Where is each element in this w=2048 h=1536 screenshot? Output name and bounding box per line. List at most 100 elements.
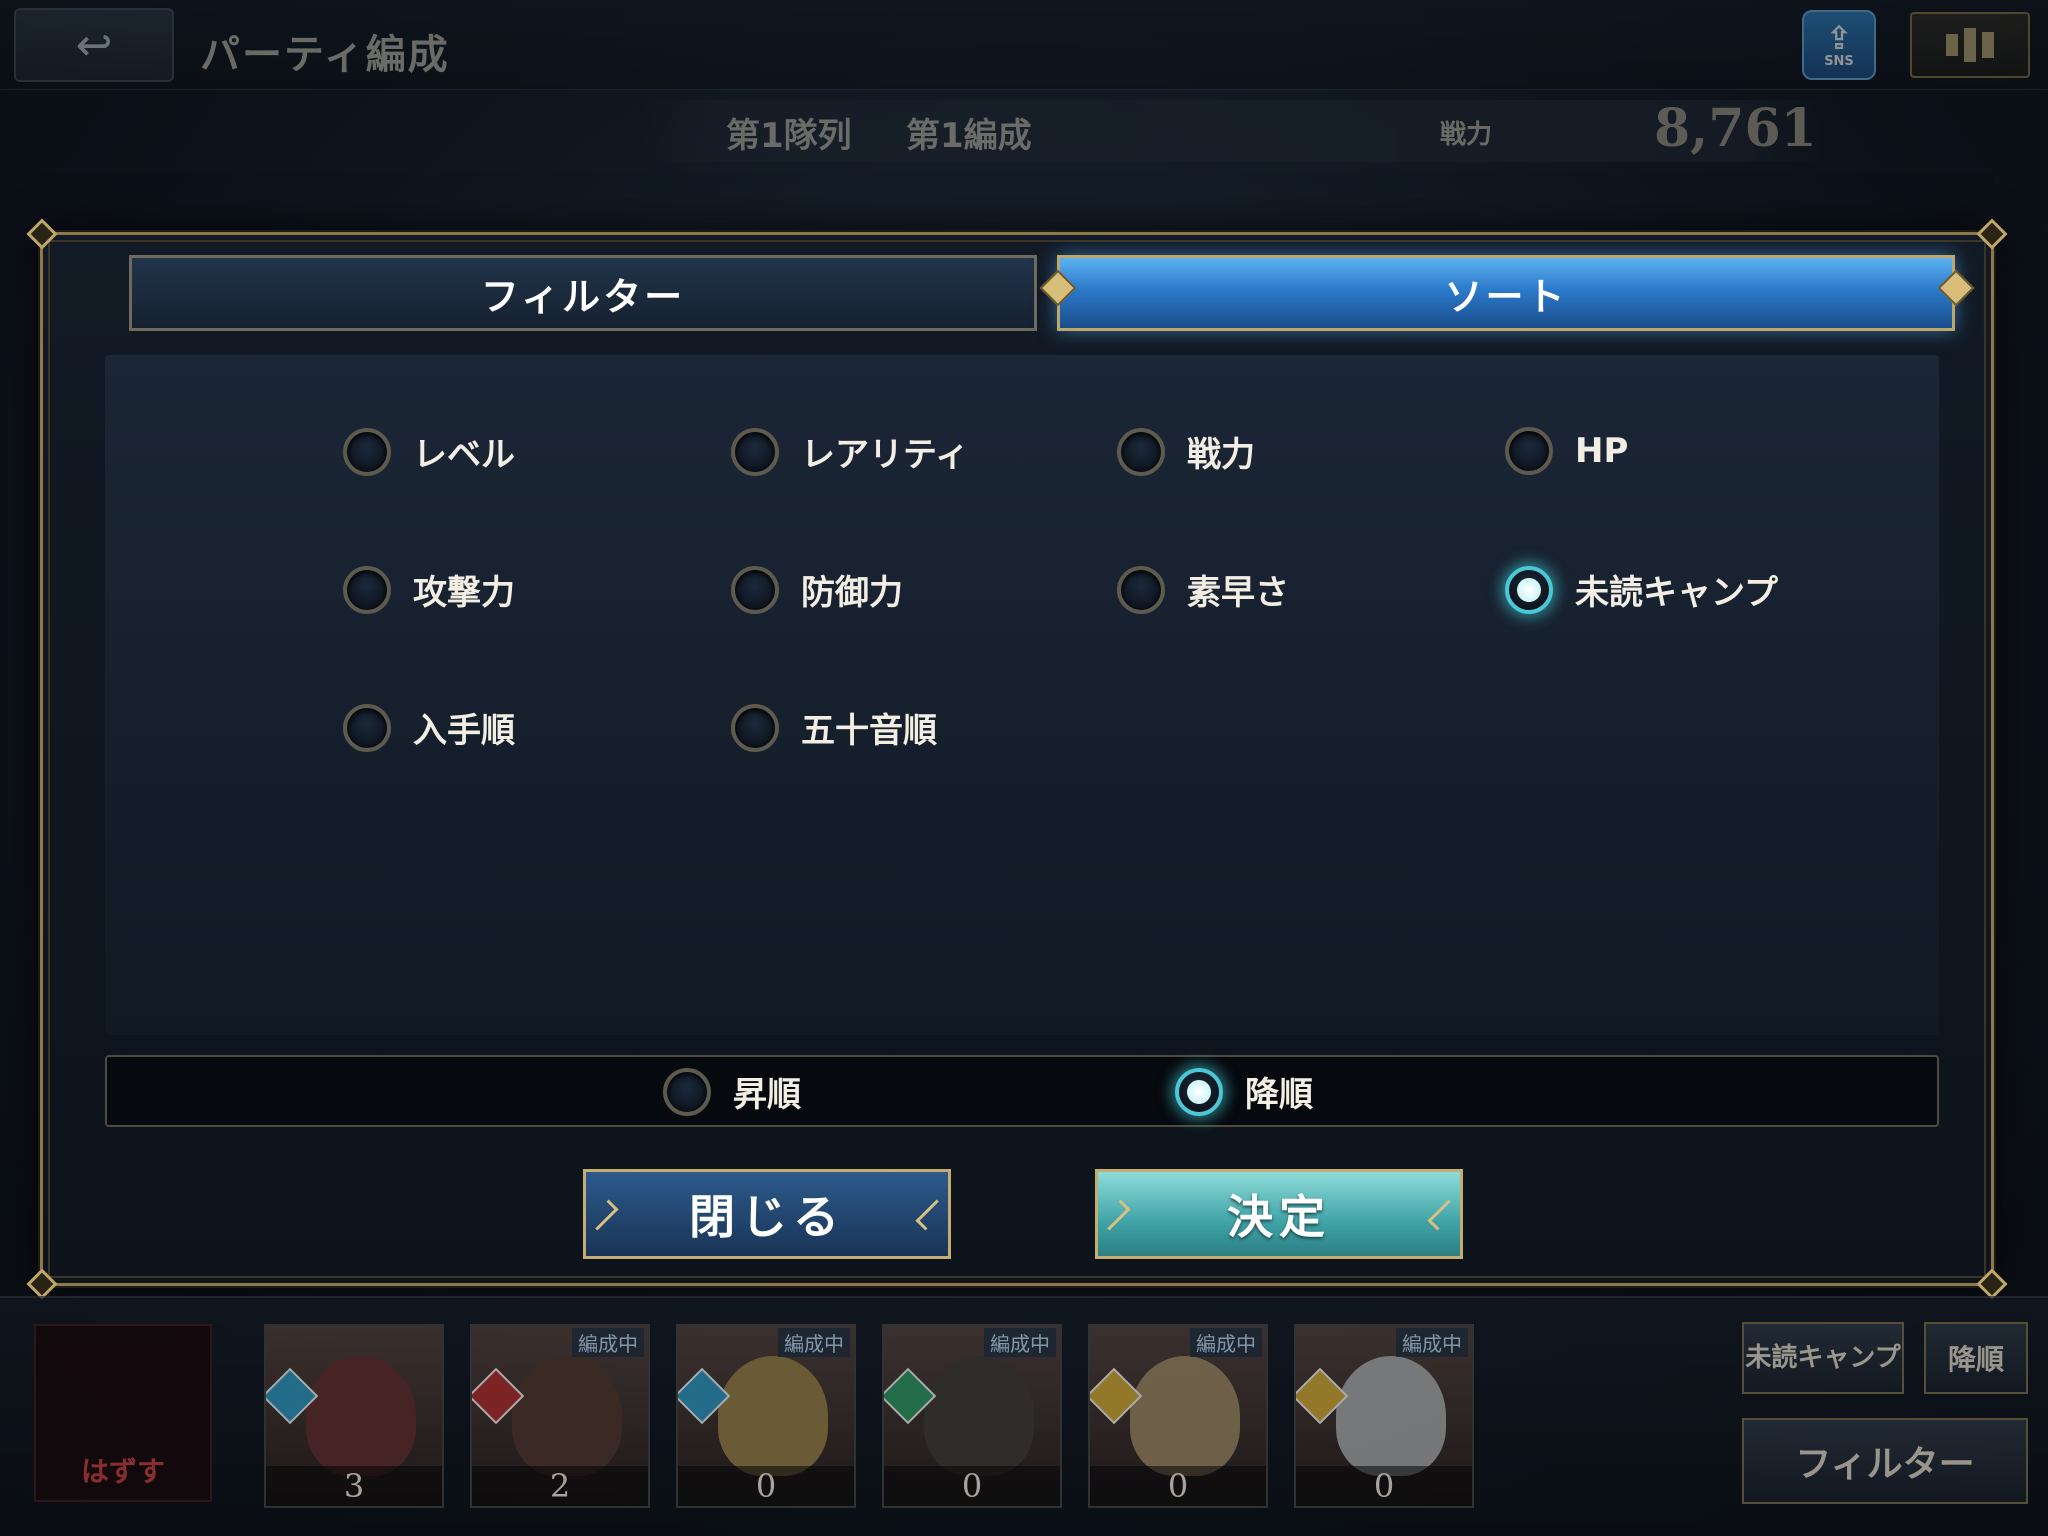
tab-filter-label: フィルター — [480, 274, 686, 319]
sort-option-label: レアリティ — [801, 435, 969, 475]
character-count: 2 — [472, 1466, 648, 1506]
close-button[interactable]: 閉じる — [583, 1169, 951, 1259]
in-party-badge: 編成中 — [984, 1328, 1056, 1357]
sort-option-acquired[interactable]: 入手順 — [343, 703, 515, 752]
character-card[interactable]: 3 — [264, 1324, 444, 1508]
radio-button[interactable] — [1117, 565, 1165, 614]
chevron-right-icon — [587, 1199, 619, 1231]
remove-label: はずす — [80, 1455, 165, 1488]
corner-ornament — [26, 218, 58, 250]
sort-option-alphabetical[interactable]: 五十音順 — [731, 703, 937, 752]
share-icon: ⇪ — [1825, 18, 1853, 57]
order-label: 降順 — [1245, 1075, 1313, 1115]
confirm-button[interactable]: 決定 — [1095, 1169, 1463, 1259]
filter-button[interactable]: フィルター — [1742, 1418, 2028, 1504]
order-descending[interactable]: 降順 — [1175, 1067, 1313, 1116]
top-bar: ↩ パーティ編成 ⇪ SNS — [0, 0, 2048, 90]
ranking-button[interactable] — [1910, 12, 2030, 78]
sort-filter-dialog: フィルター ソート レベル レアリティ 戦力 HP 攻撃力 防御力 素早さ 未読… — [26, 218, 2008, 1300]
close-button-label: 閉じる — [689, 1190, 845, 1244]
tab-sort-label: ソート — [1444, 274, 1568, 319]
radio-button[interactable] — [731, 427, 779, 476]
sort-option-label: 攻撃力 — [413, 573, 515, 613]
radio-button[interactable] — [343, 427, 391, 476]
character-strip: はずす 3 編成中 2 編成中 0 編成中 0 編成中 0 編成中 0 未読キャ… — [0, 1296, 2048, 1536]
order-label: 昇順 — [733, 1075, 801, 1115]
character-count: 3 — [266, 1466, 442, 1506]
in-party-badge: 編成中 — [572, 1328, 644, 1357]
sort-option-unread-camp[interactable]: 未読キャンプ — [1505, 565, 1778, 614]
power-value: 8,761 — [1654, 98, 1817, 159]
back-arrow-icon: ↩ — [75, 19, 113, 71]
character-portrait — [1130, 1356, 1240, 1476]
back-button[interactable]: ↩ — [14, 8, 174, 82]
sort-option-label: 五十音順 — [801, 711, 937, 751]
team-info-bar: 第1隊列 第1編成 戦力 8,761 — [640, 98, 1830, 162]
character-card[interactable]: 編成中 0 — [1088, 1324, 1268, 1508]
character-card[interactable]: 編成中 0 — [676, 1324, 856, 1508]
chevron-left-icon — [1427, 1199, 1459, 1231]
sort-options-panel: レベル レアリティ 戦力 HP 攻撃力 防御力 素早さ 未読キャンプ 入手順 五… — [105, 355, 1939, 1035]
radio-button[interactable] — [343, 565, 391, 614]
sort-option-label: レベル — [413, 435, 515, 475]
corner-ornament — [1976, 1268, 2008, 1300]
corner-ornament — [26, 1268, 58, 1300]
sort-option-level[interactable]: レベル — [343, 427, 515, 476]
in-party-badge: 編成中 — [1190, 1328, 1262, 1357]
radio-button[interactable] — [1505, 427, 1553, 475]
radio-button-selected[interactable] — [1175, 1067, 1223, 1116]
character-count: 0 — [1090, 1466, 1266, 1506]
radio-button[interactable] — [1117, 427, 1165, 476]
chevron-right-icon — [1099, 1199, 1131, 1231]
ranking-bar — [1982, 32, 1994, 58]
character-portrait — [306, 1356, 416, 1476]
character-card[interactable]: 編成中 0 — [882, 1324, 1062, 1508]
character-portrait — [1336, 1356, 1446, 1476]
sort-option-label: HP — [1575, 431, 1629, 471]
sort-option-attack[interactable]: 攻撃力 — [343, 565, 515, 614]
power-label: 戦力 — [1440, 120, 1493, 150]
sort-option-label: 戦力 — [1187, 435, 1255, 475]
sns-share-button[interactable]: ⇪ SNS — [1802, 10, 1876, 80]
confirm-button-label: 決定 — [1227, 1190, 1331, 1244]
character-portrait — [512, 1356, 622, 1476]
character-portrait — [924, 1356, 1034, 1476]
order-toggle-bar: 昇順 降順 — [105, 1055, 1939, 1127]
character-count: 0 — [884, 1466, 1060, 1506]
sort-option-defense[interactable]: 防御力 — [731, 565, 903, 614]
sns-label: SNS — [1824, 53, 1854, 69]
sort-option-label: 素早さ — [1187, 573, 1289, 613]
remove-slot[interactable]: はずす — [34, 1324, 212, 1502]
sort-option-rarity[interactable]: レアリティ — [731, 427, 969, 476]
tab-sort[interactable]: ソート — [1057, 255, 1955, 331]
sort-mode-button[interactable]: 未読キャンプ — [1742, 1322, 1904, 1394]
character-card[interactable]: 編成中 2 — [470, 1324, 650, 1508]
sort-option-label: 入手順 — [413, 711, 515, 751]
chevron-left-icon — [915, 1199, 947, 1231]
radio-button[interactable] — [663, 1067, 711, 1116]
team-queue: 第1隊列 — [726, 116, 852, 156]
radio-button-selected[interactable] — [1505, 565, 1553, 614]
radio-button[interactable] — [343, 703, 391, 752]
sort-option-power[interactable]: 戦力 — [1117, 427, 1255, 476]
corner-ornament — [1976, 218, 2008, 250]
sort-option-label: 防御力 — [801, 573, 903, 613]
sort-option-label: 未読キャンプ — [1575, 573, 1778, 613]
character-card[interactable]: 編成中 0 — [1294, 1324, 1474, 1508]
ranking-bar — [1964, 28, 1976, 62]
character-portrait — [718, 1356, 828, 1476]
in-party-badge: 編成中 — [778, 1328, 850, 1357]
sort-option-hp[interactable]: HP — [1505, 427, 1628, 475]
in-party-badge: 編成中 — [1396, 1328, 1468, 1357]
team-formation: 第1編成 — [906, 116, 1032, 156]
character-count: 0 — [1296, 1466, 1472, 1506]
radio-button[interactable] — [731, 565, 779, 614]
radio-button[interactable] — [731, 703, 779, 752]
order-mode-button[interactable]: 降順 — [1924, 1322, 2028, 1394]
tab-filter[interactable]: フィルター — [129, 255, 1037, 331]
ranking-icon — [1946, 34, 1958, 56]
sort-option-speed[interactable]: 素早さ — [1117, 565, 1289, 614]
character-count: 0 — [678, 1466, 854, 1506]
page-title: パーティ編成 — [200, 32, 450, 78]
order-ascending[interactable]: 昇順 — [663, 1067, 801, 1116]
